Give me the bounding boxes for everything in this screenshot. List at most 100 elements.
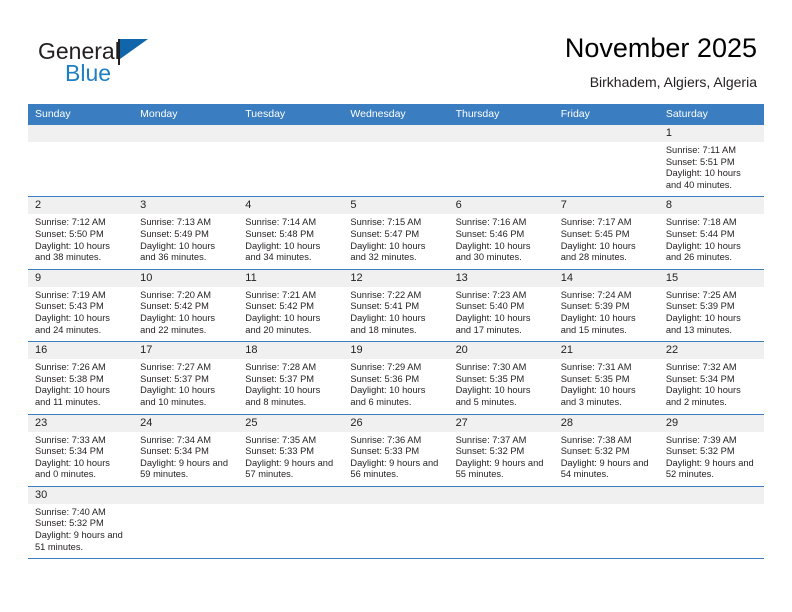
- calendar-day-cell[interactable]: 3 Sunrise: 7:13 AM Sunset: 5:49 PM Daylight…: [133, 197, 239, 269]
- calendar-day-cell-empty: [133, 125, 239, 197]
- calendar-day-cell[interactable]: 10 Sunrise: 7:20 AM Sunset: 5:42 PM Dayligh…: [133, 269, 239, 342]
- calendar-day-cell[interactable]: 5 Sunrise: 7:15 AM Sunset: 5:47 PM Daylight…: [343, 197, 449, 269]
- calendar-day-cell[interactable]: 16 Sunrise: 7:26 AM Sunset: 5:38 PM Dayligh…: [28, 342, 134, 414]
- calendar-day-cell[interactable]: 26 Sunrise: 7:36 AM Sunset: 5:33 PM Dayligh…: [343, 414, 449, 486]
- sunrise-text: Sunrise: 7:35 AM: [245, 434, 317, 445]
- calendar-day-cell[interactable]: 29 Sunrise: 7:39 AM Sunset: 5:32 PM Dayligh…: [658, 414, 764, 486]
- calendar-day-cell[interactable]: 17 Sunrise: 7:27 AM Sunset: 5:37 PM Dayligh…: [133, 342, 239, 414]
- calendar-day-cell[interactable]: 20 Sunrise: 7:30 AM Sunset: 5:35 PM Dayligh…: [448, 342, 554, 414]
- calendar-day-cell[interactable]: 15 Sunrise: 7:25 AM Sunset: 5:39 PM Dayligh…: [658, 269, 764, 342]
- day-number: 4: [238, 197, 344, 215]
- calendar-week-row: 2 Sunrise: 7:12 AM Sunset: 5:50 PM Daylight…: [28, 197, 764, 270]
- sunrise-text: Sunrise: 7:27 AM: [140, 362, 211, 373]
- calendar-day-cell-empty: [133, 486, 239, 559]
- calendar-day-cell-empty: [448, 125, 554, 197]
- day-number: 9: [28, 269, 134, 287]
- day-number: 2: [28, 197, 134, 215]
- calendar-day-cell[interactable]: 18 Sunrise: 7:28 AM Sunset: 5:37 PM Dayligh…: [238, 342, 344, 414]
- sunrise-text: Sunrise: 7:20 AM: [140, 289, 211, 300]
- sunrise-text: Sunrise: 7:13 AM: [140, 217, 211, 228]
- day-sun-info: Sunrise: 7:38 AM Sunset: 5:32 PM Daylight:…: [554, 432, 659, 486]
- daylight-text: Daylight: 10 hours and 18 minutes.: [350, 312, 426, 335]
- calendar-day-cell-empty: [238, 125, 344, 197]
- sunrise-text: Sunrise: 7:32 AM: [665, 362, 737, 373]
- calendar-day-cell[interactable]: 28 Sunrise: 7:38 AM Sunset: 5:32 PM Dayligh…: [553, 414, 659, 486]
- day-number: 17: [133, 342, 239, 360]
- weekday-header-wednesday: Wednesday: [350, 108, 406, 120]
- calendar-day-cell[interactable]: 13 Sunrise: 7:23 AM Sunset: 5:40 PM Dayligh…: [448, 269, 554, 342]
- sunset-text: Sunset: 5:34 PM: [35, 446, 104, 457]
- calendar-day-cell[interactable]: 25 Sunrise: 7:35 AM Sunset: 5:33 PM Dayligh…: [238, 414, 344, 486]
- day-sun-info: Sunrise: 7:12 AM Sunset: 5:50 PM Daylight:…: [28, 214, 133, 268]
- calendar-day-cell[interactable]: 30 Sunrise: 7:40 AM Sunset: 5:32 PM Dayligh…: [28, 486, 134, 559]
- day-number: 22: [658, 342, 764, 360]
- calendar-day-cell[interactable]: 11 Sunrise: 7:21 AM Sunset: 5:42 PM Dayligh…: [238, 269, 344, 342]
- sunset-text: Sunset: 5:32 PM: [455, 446, 525, 457]
- day-sun-info: Sunrise: 7:35 AM Sunset: 5:33 PM Daylight:…: [238, 432, 343, 486]
- calendar-week-row: 30 Sunrise: 7:40 AM Sunset: 5:32 PM Dayligh…: [28, 486, 764, 560]
- daylight-text: Daylight: 10 hours and 17 minutes.: [455, 312, 531, 335]
- calendar-day-cell[interactable]: 12 Sunrise: 7:22 AM Sunset: 5:41 PM Dayligh…: [343, 269, 449, 342]
- calendar-day-cell[interactable]: 14 Sunrise: 7:24 AM Sunset: 5:39 PM Dayligh…: [553, 269, 659, 342]
- calendar-day-cell[interactable]: 4 Sunrise: 7:14 AM Sunset: 5:48 PM Daylight…: [238, 197, 344, 269]
- calendar-day-cell-empty: [553, 125, 659, 197]
- calendar-day-cell[interactable]: 19 Sunrise: 7:29 AM Sunset: 5:36 PM Dayligh…: [343, 342, 449, 414]
- day-sun-info: Sunrise: 7:22 AM Sunset: 5:41 PM Daylight:…: [343, 287, 448, 341]
- day-sun-info: Sunrise: 7:27 AM Sunset: 5:37 PM Daylight:…: [133, 359, 238, 413]
- calendar-day-cell[interactable]: 2 Sunrise: 7:12 AM Sunset: 5:50 PM Daylight…: [28, 197, 134, 269]
- daylight-text: Daylight: 10 hours and 22 minutes.: [140, 312, 216, 335]
- sunset-text: Sunset: 5:51 PM: [665, 156, 735, 167]
- daylight-text: Daylight: 10 hours and 10 minutes.: [140, 385, 216, 407]
- day-sun-info: Sunrise: 7:31 AM Sunset: 5:35 PM Daylight:…: [554, 359, 659, 413]
- day-sun-info: Sunrise: 7:37 AM Sunset: 5:32 PM Daylight:…: [449, 432, 554, 486]
- sunset-text: Sunset: 5:32 PM: [665, 446, 735, 457]
- calendar-day-cell[interactable]: 27 Sunrise: 7:37 AM Sunset: 5:32 PM Dayligh…: [448, 414, 554, 486]
- calendar-day-cell[interactable]: 24 Sunrise: 7:34 AM Sunset: 5:34 PM Dayligh…: [133, 414, 239, 486]
- sunset-text: Sunset: 5:38 PM: [35, 373, 104, 384]
- sunrise-text: Sunrise: 7:30 AM: [455, 362, 527, 373]
- page-subtitle: Birkhadem, Algiers, Algeria: [589, 74, 757, 90]
- sunset-text: Sunset: 5:47 PM: [350, 228, 420, 239]
- day-sun-info: Sunrise: 7:26 AM Sunset: 5:38 PM Daylight:…: [28, 359, 133, 413]
- daylight-text: Daylight: 9 hours and 52 minutes.: [665, 457, 754, 480]
- calendar-day-cell[interactable]: 8 Sunrise: 7:18 AM Sunset: 5:44 PM Daylight…: [658, 197, 764, 269]
- daylight-text: Daylight: 9 hours and 57 minutes.: [245, 457, 334, 480]
- calendar-day-cell[interactable]: 9 Sunrise: 7:19 AM Sunset: 5:43 PM Daylight…: [28, 269, 134, 342]
- daylight-text: Daylight: 10 hours and 3 minutes.: [560, 385, 636, 407]
- sunrise-text: Sunrise: 7:36 AM: [350, 434, 422, 445]
- calendar-day-cell[interactable]: 1 Sunrise: 7:11 AM Sunset: 5:51 PM Daylight…: [658, 125, 764, 197]
- calendar-day-cell[interactable]: 21 Sunrise: 7:31 AM Sunset: 5:35 PM Dayligh…: [553, 342, 659, 414]
- general-blue-logo[interactable]: General Blue: [38, 38, 278, 94]
- sunrise-text: Sunrise: 7:16 AM: [455, 217, 527, 228]
- calendar-day-cell-empty: [448, 486, 554, 559]
- daylight-text: Daylight: 10 hours and 15 minutes.: [560, 312, 636, 335]
- calendar-weeks: 1 Sunrise: 7:11 AM Sunset: 5:51 PM Daylight…: [28, 125, 764, 560]
- sunrise-text: Sunrise: 7:34 AM: [140, 434, 211, 445]
- sunset-text: Sunset: 5:50 PM: [35, 228, 104, 239]
- sunset-text: Sunset: 5:37 PM: [245, 373, 315, 384]
- sunset-text: Sunset: 5:39 PM: [665, 301, 735, 312]
- page-header: General Blue November 2025 Birkhadem, Al…: [0, 0, 792, 100]
- sunset-text: Sunset: 5:45 PM: [560, 228, 630, 239]
- daylight-text: Daylight: 10 hours and 0 minutes.: [35, 457, 110, 480]
- daylight-text: Daylight: 10 hours and 40 minutes.: [665, 168, 741, 190]
- calendar-day-cell[interactable]: 23 Sunrise: 7:33 AM Sunset: 5:34 PM Dayligh…: [28, 414, 134, 486]
- sunset-text: Sunset: 5:43 PM: [35, 301, 104, 312]
- day-number: 26: [343, 414, 449, 432]
- day-sun-info: Sunrise: 7:19 AM Sunset: 5:43 PM Daylight:…: [28, 287, 133, 341]
- day-sun-info: Sunrise: 7:13 AM Sunset: 5:49 PM Daylight:…: [133, 214, 238, 268]
- daylight-text: Daylight: 9 hours and 59 minutes.: [140, 457, 228, 480]
- day-number: [343, 125, 449, 142]
- calendar-day-cell[interactable]: 7 Sunrise: 7:17 AM Sunset: 5:45 PM Daylight…: [553, 197, 659, 269]
- calendar-day-cell-empty: [553, 486, 659, 559]
- daylight-text: Daylight: 10 hours and 24 minutes.: [35, 312, 110, 335]
- sunset-text: Sunset: 5:49 PM: [140, 228, 209, 239]
- calendar-day-cell[interactable]: 6 Sunrise: 7:16 AM Sunset: 5:46 PM Daylight…: [448, 197, 554, 269]
- day-number: [133, 486, 239, 504]
- day-number: 23: [28, 414, 134, 432]
- calendar-day-cell[interactable]: 22 Sunrise: 7:32 AM Sunset: 5:34 PM Dayligh…: [658, 342, 764, 414]
- day-sun-info: Sunrise: 7:32 AM Sunset: 5:34 PM Daylight:…: [659, 359, 764, 413]
- day-number: [448, 486, 554, 504]
- sunrise-text: Sunrise: 7:40 AM: [35, 506, 106, 517]
- calendar-week-row: 1 Sunrise: 7:11 AM Sunset: 5:51 PM Daylight…: [28, 125, 764, 198]
